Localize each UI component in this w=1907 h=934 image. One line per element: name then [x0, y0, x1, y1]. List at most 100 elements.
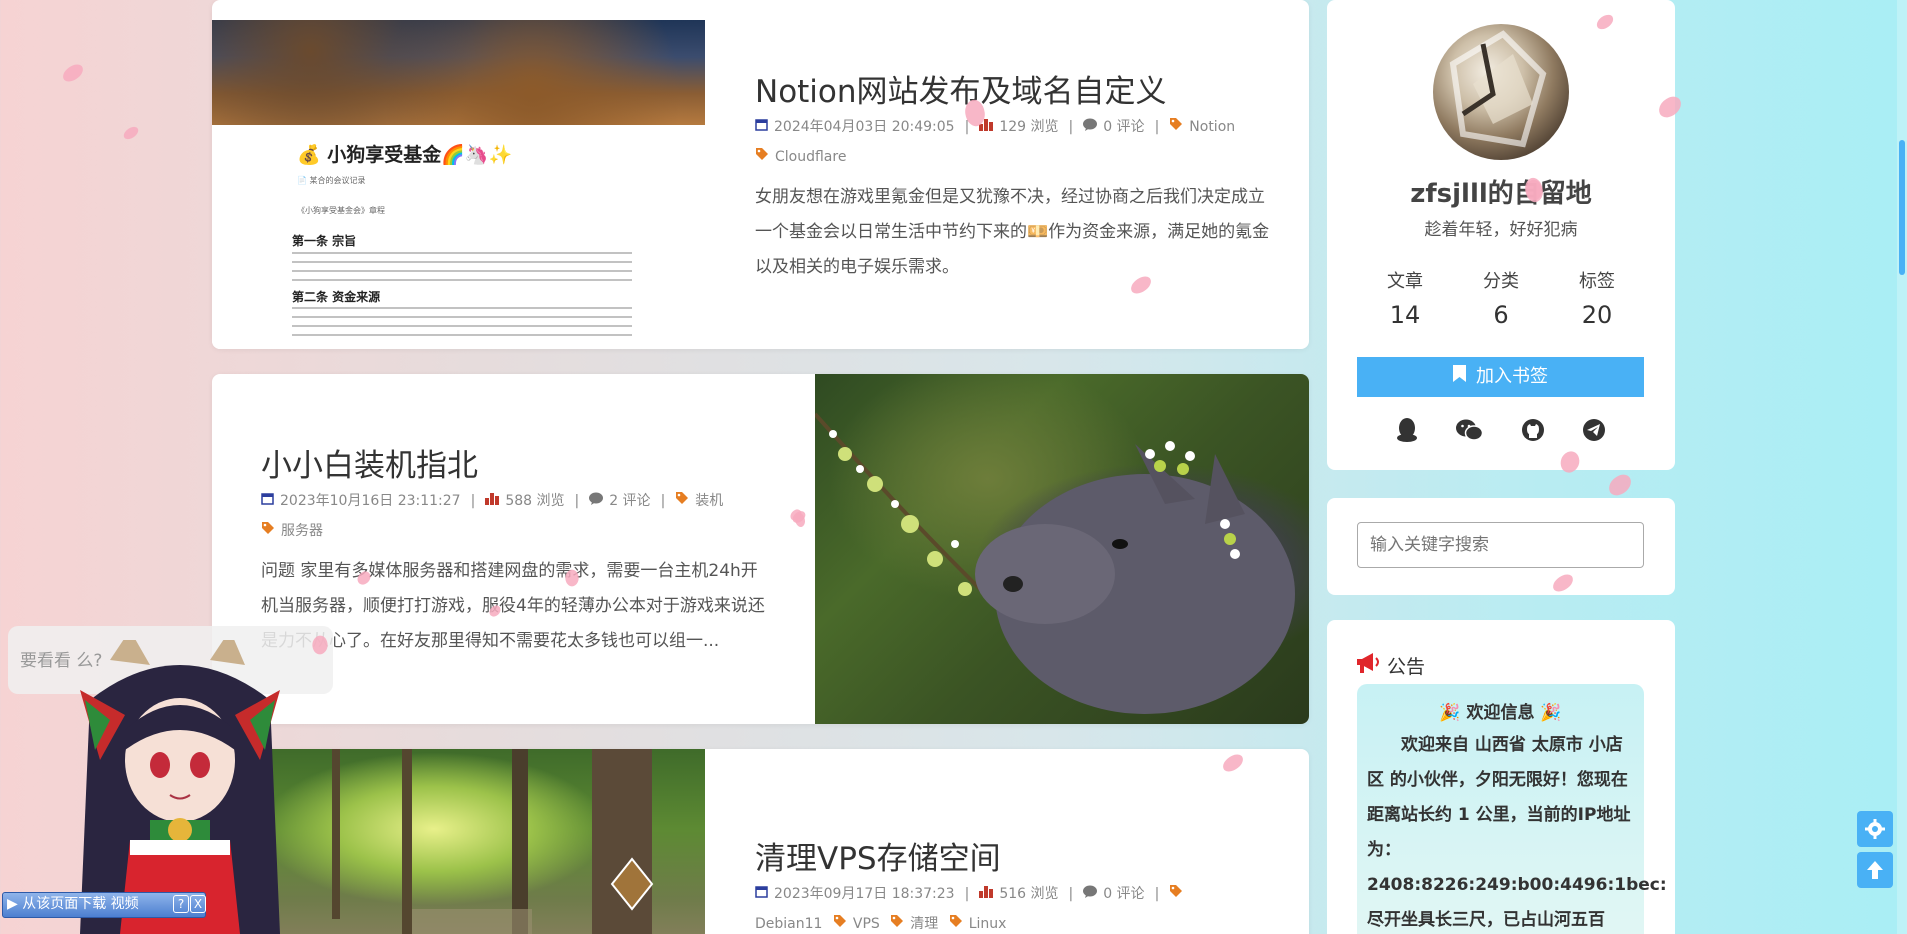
post-comments-link[interactable]: 2 评论 — [609, 493, 650, 509]
download-video-button[interactable]: ▶ 从该页面下载 视频 — [7, 893, 139, 915]
thumb-h2: 第二条 资金来源 — [292, 290, 381, 304]
download-close-button[interactable]: X — [190, 895, 206, 913]
post-meta: 2024年04月03日 20:49:05 | 129 浏览 | 0 评论 | Notion … — [755, 112, 1275, 172]
tag-icon — [833, 909, 847, 934]
post-tag-cleanup[interactable]: 清理 — [910, 916, 938, 932]
arrow-up-icon — [1866, 860, 1884, 884]
stat-articles[interactable]: 文章 14 — [1360, 267, 1450, 329]
post-tag-cloudflare[interactable]: Cloudflare — [775, 149, 846, 165]
social-links — [1327, 418, 1675, 446]
post-1-thumbnail[interactable]: 💰 小狗享受基金🌈🦄✨ 📄 某合的会议记录 《小狗享受基金会》章程 第一条 宗旨… — [212, 20, 705, 349]
stat-value: 14 — [1389, 301, 1421, 329]
profile-card: zfsjlll的自留地 趁着年轻，好好犯病 文章 14 分类 6 标签 20 加… — [1327, 0, 1675, 470]
welcome-tail: 尽开坐具长三尺，已占山河五百 — [1367, 910, 1605, 930]
notice-body-box: 🎉 欢迎信息 🎉 欢迎来自 山西省 太原市 小店区 的小伙伴，夕阳无限好！您现在… — [1357, 684, 1667, 934]
back-to-top-button[interactable] — [1857, 852, 1893, 888]
calendar-icon — [755, 112, 768, 142]
views-icon — [485, 486, 500, 516]
post-comments-link[interactable]: 0 评论 — [1103, 886, 1144, 902]
stat-label: 文章 — [1387, 271, 1423, 292]
thumb-doc-sub: 📄 某合的会议记录 — [297, 176, 366, 185]
post-tag-notion[interactable]: Notion — [1189, 119, 1235, 135]
megaphone-icon — [1355, 652, 1381, 679]
settings-button[interactable] — [1857, 811, 1893, 847]
download-help-button[interactable]: ? — [173, 895, 189, 913]
post-tag-linux[interactable]: Linux — [969, 916, 1007, 932]
post-meta: 2023年10月16日 23:11:27 | 588 浏览 | 2 评论 | 装机 服务器 — [261, 486, 781, 546]
thumb-text-lines-2 — [292, 307, 632, 343]
thumb-doc-line: 《小狗享受基金会》章程 — [297, 206, 385, 215]
tag-icon — [755, 142, 769, 172]
github-icon[interactable] — [1521, 418, 1545, 446]
post-2-thumbnail-donkey[interactable] — [815, 374, 1309, 724]
welcome-body: 欢迎来自 山西省 太原市 小店区 的小伙伴，夕阳无限好！您现在距离站长约 1 公… — [1367, 735, 1631, 860]
avatar[interactable] — [1433, 24, 1569, 160]
welcome-ip: 2408:8226:249:b00:4496:1bec:74c7:26 — [1367, 875, 1667, 895]
notice-title: 公告 — [1387, 656, 1426, 678]
wechat-icon[interactable] — [1455, 418, 1484, 446]
scrollbar-track[interactable] — [1897, 0, 1907, 934]
tag-icon — [949, 909, 963, 934]
profile-name[interactable]: zfsjlll的自留地 — [1327, 173, 1675, 210]
post-tag-server[interactable]: 服务器 — [281, 523, 323, 539]
profile-motto: 趁着年轻，好好犯病 — [1424, 220, 1578, 240]
stat-label: 标签 — [1579, 271, 1615, 292]
post-excerpt: 女朋友想在游戏里氪金但是又犹豫不决，经过协商之后我们决定成立一个基金会以日常生活… — [755, 187, 1270, 277]
bookmark-label: 加入书签 — [1476, 366, 1548, 387]
download-bar: ▶ 从该页面下载 视频 ? X — [2, 892, 206, 918]
stat-tags[interactable]: 标签 20 — [1552, 267, 1642, 329]
thumb-text-lines — [292, 252, 632, 282]
post-card-2[interactable]: 小小白装机指北 2023年10月16日 23:11:27 | 588 浏览 | 2 评论… — [212, 374, 1309, 724]
calendar-icon — [261, 486, 274, 516]
post-views: 588 浏览 — [505, 493, 565, 509]
stat-value: 20 — [1581, 301, 1613, 329]
tag-icon — [675, 486, 689, 516]
comment-icon — [1083, 112, 1098, 142]
post-title[interactable]: Notion网站发布及域名自定义 — [755, 66, 1167, 111]
post-date: 2024年04月03日 20:49:05 — [774, 119, 955, 135]
sakura-petal — [60, 62, 86, 84]
calendar-icon — [755, 879, 768, 909]
mascot-character[interactable] — [70, 630, 290, 934]
scrollbar-thumb[interactable] — [1899, 140, 1905, 275]
sakura-petal — [1605, 471, 1635, 499]
welcome-message: 欢迎来自 山西省 太原市 小店区 的小伙伴，夕阳无限好！您现在距离站长约 1 公… — [1367, 728, 1675, 934]
notice-header: 公告 — [1355, 652, 1425, 679]
comment-icon — [1083, 879, 1098, 909]
qq-icon[interactable] — [1396, 418, 1418, 446]
sakura-petal — [121, 125, 141, 141]
post-card-1[interactable]: 💰 小狗享受基金🌈🦄✨ 📄 某合的会议记录 《小狗享受基金会》章程 第一条 宗旨… — [212, 0, 1309, 349]
telegram-icon[interactable] — [1582, 418, 1606, 446]
gear-icon — [1865, 819, 1885, 843]
stat-label: 分类 — [1483, 271, 1519, 292]
post-card-3[interactable]: 清理VPS存储空间 2023年09月17日 18:37:23 | 516 浏览 | 0 … — [212, 749, 1309, 934]
post-views: 129 浏览 — [999, 119, 1059, 135]
stat-categories[interactable]: 分类 6 — [1456, 267, 1546, 329]
stat-value: 6 — [1493, 301, 1509, 329]
post-title[interactable]: 清理VPS存储空间 — [755, 833, 1001, 878]
views-icon — [979, 879, 994, 909]
tag-icon — [1169, 879, 1183, 909]
post-tag-zhuangji[interactable]: 装机 — [695, 493, 723, 509]
comment-icon — [589, 486, 604, 516]
post-tag-debian11[interactable]: Debian11 — [755, 916, 822, 932]
post-comments-link[interactable]: 0 评论 — [1103, 119, 1144, 135]
welcome-title: 🎉 欢迎信息 🎉 — [1439, 703, 1562, 723]
tag-icon — [1169, 112, 1183, 142]
notice-card: 公告 🎉 欢迎信息 🎉 欢迎来自 山西省 太原市 小店区 的小伙伴，夕阳无限好！… — [1327, 620, 1675, 934]
post-title[interactable]: 小小白装机指北 — [261, 440, 478, 485]
post-views: 516 浏览 — [999, 886, 1059, 902]
post-date: 2023年10月16日 23:11:27 — [280, 493, 461, 509]
thumb-doc-title: 💰 小狗享受基金🌈🦄✨ — [297, 144, 513, 166]
search-card — [1327, 498, 1675, 595]
search-input[interactable] — [1357, 522, 1644, 568]
bookmark-button[interactable]: 加入书签 — [1357, 357, 1644, 397]
tag-icon — [261, 516, 275, 546]
post-tag-vps[interactable]: VPS — [853, 916, 880, 932]
thumb-h1: 第一条 宗旨 — [292, 234, 357, 248]
post-excerpt: 问题 家里有多媒体服务器和搭建网盘的需求，需要一台主机24h开机当服务器，顺便打… — [261, 561, 765, 651]
post-date: 2023年09月17日 18:37:23 — [774, 886, 955, 902]
bookmark-icon — [1453, 357, 1466, 397]
post-meta: 2023年09月17日 18:37:23 | 516 浏览 | 0 评论 | Debian… — [755, 879, 1275, 934]
tag-icon — [890, 909, 904, 934]
